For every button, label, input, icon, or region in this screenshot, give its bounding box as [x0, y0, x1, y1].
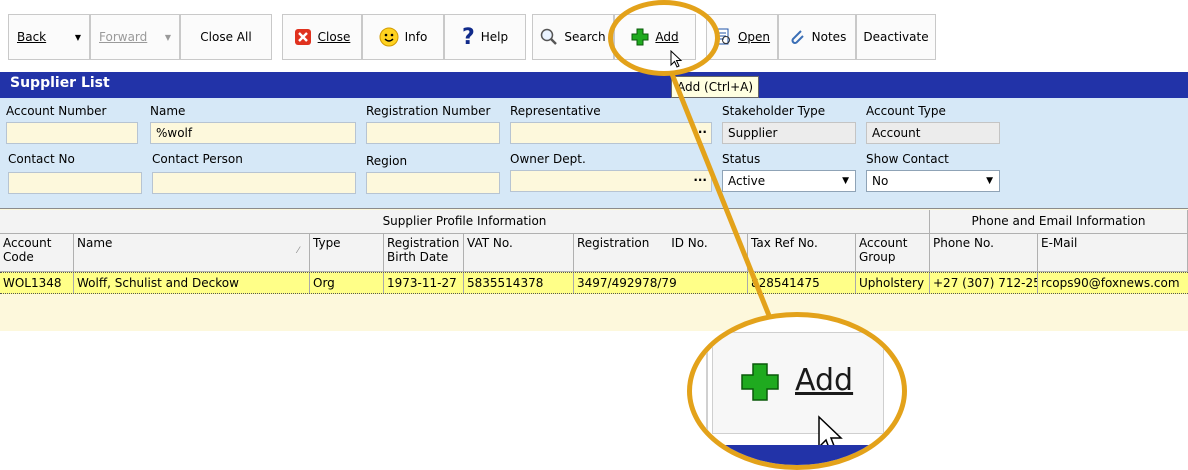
plus-icon: [740, 362, 780, 405]
zoom-divider: [706, 317, 708, 447]
zoom-callout: Add: [687, 312, 907, 470]
zoom-add-label: Add: [795, 363, 854, 398]
callout-connector: [669, 73, 773, 319]
